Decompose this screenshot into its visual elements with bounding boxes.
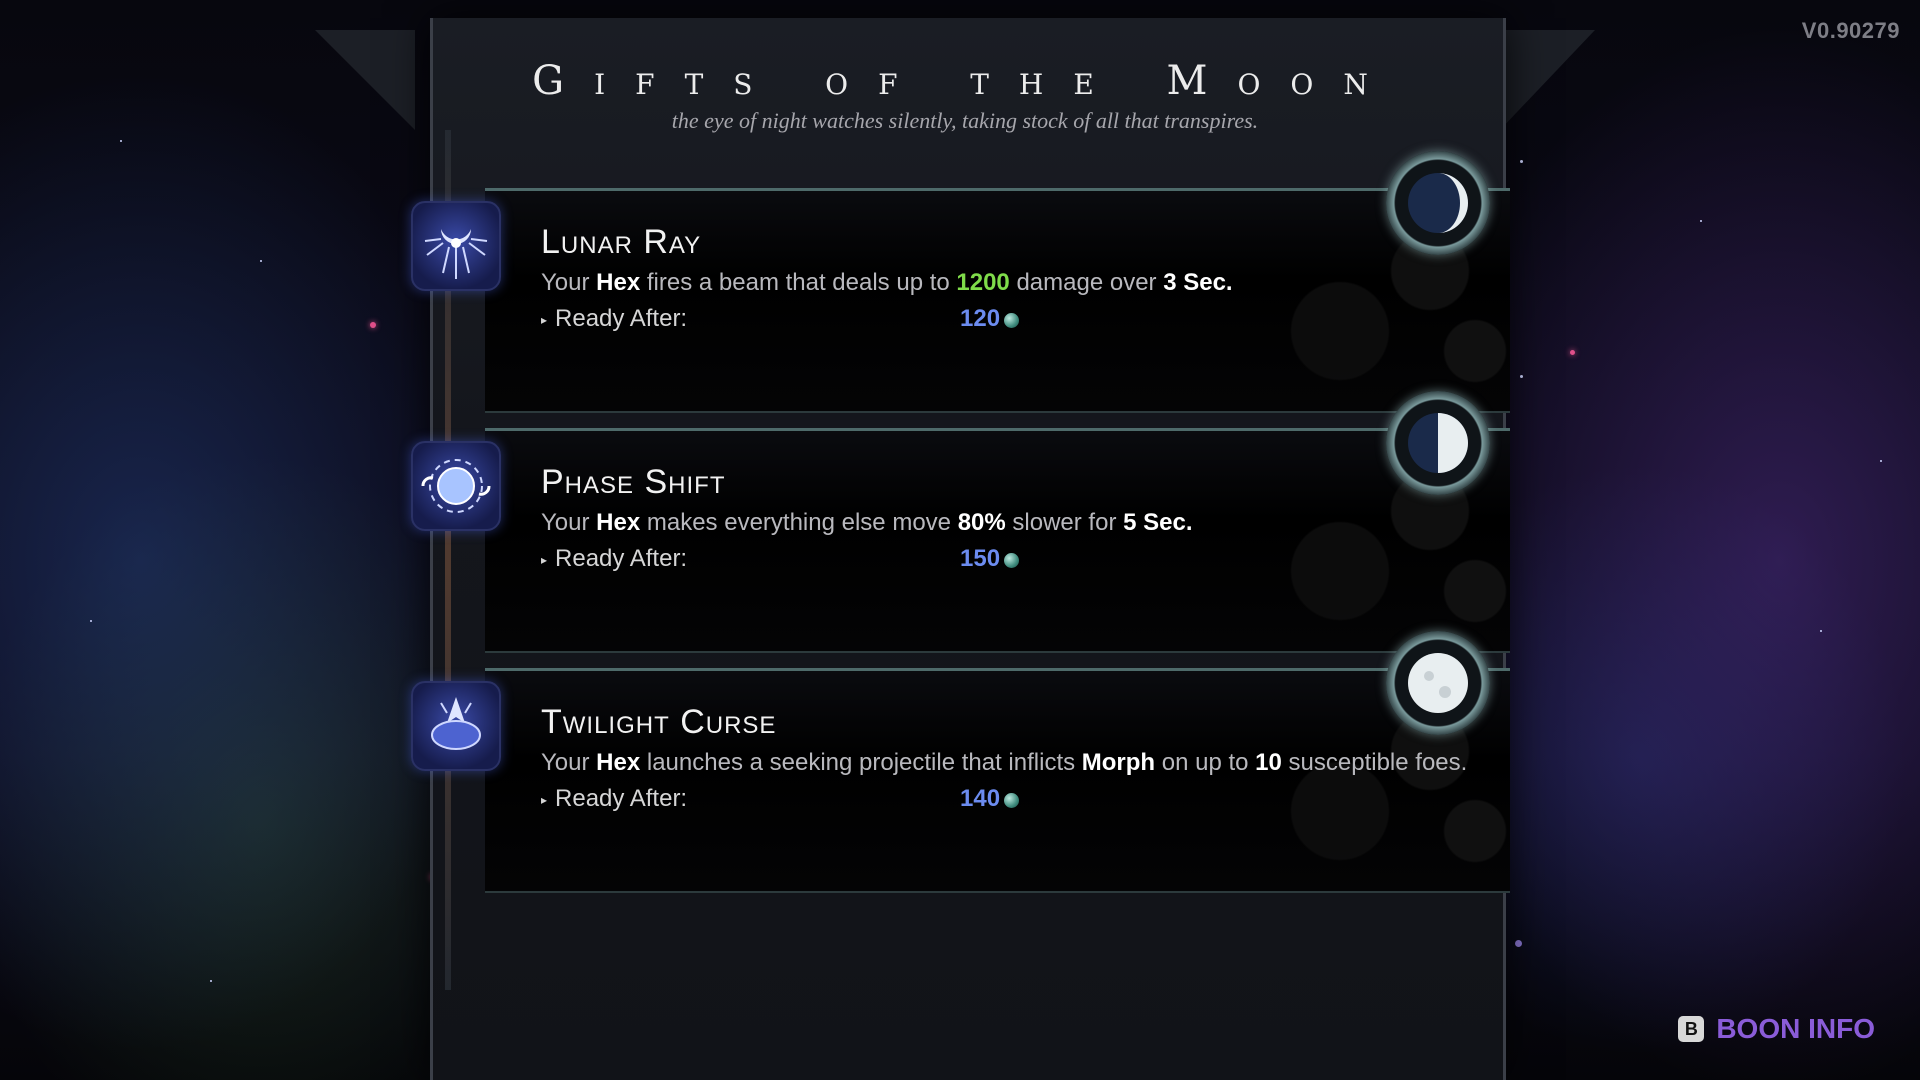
panel-header: Gifts of the Moon the eye of night watch…	[430, 40, 1500, 134]
moon-dust-icon	[1004, 553, 1020, 568]
card-decoration	[1220, 451, 1520, 651]
star	[1880, 460, 1882, 462]
boon-cost: 120	[960, 305, 1020, 333]
boon-title: Phase Shift	[541, 463, 726, 501]
version-label: V0.90279	[1801, 18, 1900, 43]
boon-title: Lunar Ray	[541, 223, 702, 261]
star	[1515, 940, 1522, 947]
star	[1820, 630, 1822, 632]
b-key-icon: B	[1678, 1016, 1705, 1042]
moon-dust-icon	[1004, 793, 1020, 808]
bullet-triangle-icon: ▸	[541, 792, 548, 807]
star	[1520, 375, 1523, 378]
boon-title: Twilight Curse	[541, 703, 777, 741]
crescent-moon-icon	[1386, 151, 1490, 255]
ready-after-label: ▸ Ready After:	[541, 785, 688, 812]
boon-card-phase-shift[interactable]: Phase Shift Your Hex makes everything el…	[411, 391, 1520, 653]
full-moon-icon	[1386, 631, 1490, 735]
card-decoration	[1220, 691, 1520, 891]
card-decoration	[1220, 211, 1520, 411]
phase-shift-icon	[411, 441, 501, 531]
ready-after-label: ▸ Ready After:	[541, 305, 688, 332]
boon-card-twilight-curse[interactable]: Twilight Curse Your Hex launches a seeki…	[411, 631, 1520, 893]
boon-description: Your Hex launches a seeking projectile t…	[541, 749, 1468, 776]
twilight-curse-icon	[411, 681, 501, 771]
star	[1520, 160, 1523, 163]
star	[120, 140, 122, 142]
boon-card-lunar-ray[interactable]: Lunar Ray Your Hex fires a beam that dea…	[411, 151, 1520, 413]
star	[1570, 350, 1575, 355]
boon-cost: 140	[960, 785, 1020, 813]
boon-info-button[interactable]: B BOON INFO	[1678, 1013, 1875, 1045]
boon-description: Your Hex makes everything else move 80% …	[541, 509, 1193, 536]
boon-cost: 150	[960, 545, 1020, 573]
star	[1700, 220, 1702, 222]
star	[90, 620, 92, 622]
half-moon-icon	[1386, 391, 1490, 495]
frame-ornament-right	[1500, 30, 1595, 130]
boon-info-label: BOON INFO	[1716, 1013, 1875, 1044]
bullet-triangle-icon: ▸	[541, 552, 548, 567]
lunar-ray-icon	[411, 201, 501, 291]
star	[210, 980, 212, 982]
page-subtitle: the eye of night watches silently, takin…	[671, 108, 1259, 133]
ready-after-label: ▸ Ready After:	[541, 545, 688, 572]
boon-description: Your Hex fires a beam that deals up to 1…	[541, 269, 1233, 296]
star	[370, 322, 376, 328]
page-title: Gifts of the Moon	[532, 58, 1398, 104]
moon-dust-icon	[1004, 313, 1020, 328]
bullet-triangle-icon: ▸	[541, 312, 548, 327]
frame-ornament-left	[315, 30, 415, 130]
star	[260, 260, 262, 262]
